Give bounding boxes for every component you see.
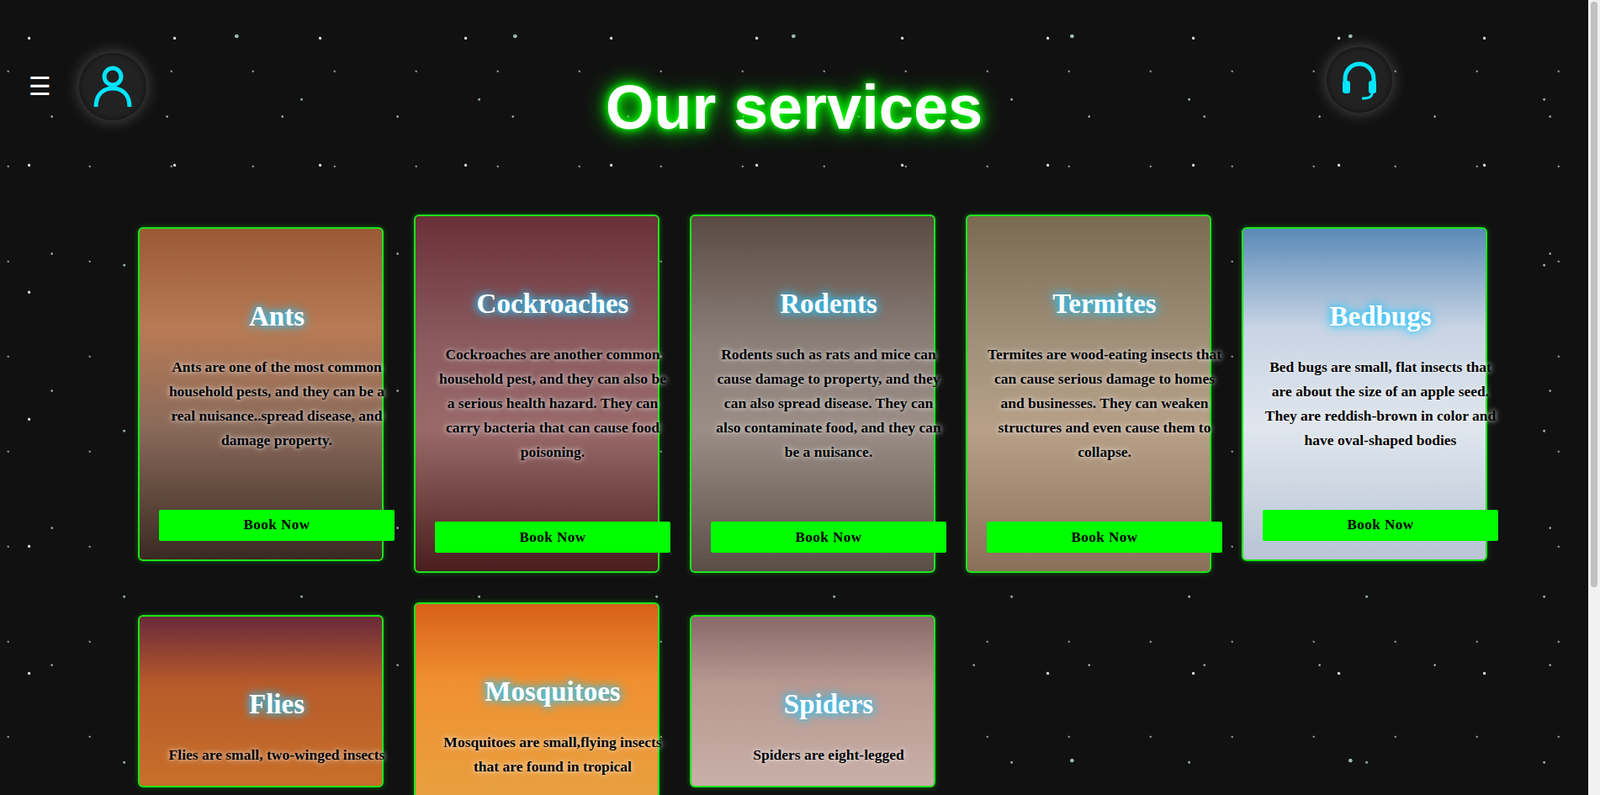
service-description: Bed bugs are small, flat insects that ar… xyxy=(1262,354,1499,453)
card-content: Bedbugs Bed bugs are small, flat insects … xyxy=(1262,299,1499,541)
service-title: Mosquitoes xyxy=(484,674,620,709)
service-card: Flies Flies are small, two-winged insects xyxy=(137,614,384,788)
service-card: AntsAnts are one of the most common hous… xyxy=(137,227,384,562)
headset-icon[interactable] xyxy=(1326,47,1393,113)
service-title: Flies xyxy=(249,687,305,721)
service-description: Ants are one of the most common househol… xyxy=(158,354,395,453)
book-now-button[interactable]: Book Now xyxy=(710,521,947,553)
scrollbar-thumb[interactable] xyxy=(1590,1,1598,588)
card-content: Rodents Rodents such as rats and mice can… xyxy=(710,286,947,553)
service-card: MosquitoesMosquitoes are small,flying in… xyxy=(413,602,660,795)
service-title: Ants xyxy=(249,299,305,334)
card-content: Ants Ants are one of the most common hous… xyxy=(158,299,395,541)
service-title: Termites xyxy=(1052,286,1156,321)
card-content: Spiders Spiders are eight-legged xyxy=(710,687,947,768)
page-header: ☰ Our services xyxy=(0,0,1589,215)
service-card: BedbugsBed bugs are small, flat insects … xyxy=(1241,227,1488,562)
service-description: Mosquitoes are small,flying insects that… xyxy=(434,730,671,779)
book-now-button[interactable]: Book Now xyxy=(1262,509,1499,541)
book-now-button[interactable]: Book Now xyxy=(158,509,395,541)
service-title: Spiders xyxy=(784,687,874,721)
service-title: Rodents xyxy=(779,286,878,321)
book-now-button[interactable]: Book Now xyxy=(434,521,671,553)
card-content: Flies Flies are small, two-winged insects xyxy=(158,687,395,768)
service-card: TermitesTermites are wood-eating insects… xyxy=(965,214,1212,573)
page-title: Our services xyxy=(605,74,983,142)
service-card: RodentsRodents such as rats and mice can… xyxy=(689,214,936,573)
service-description: Cockroaches are another common household… xyxy=(434,342,671,465)
service-title: Bedbugs xyxy=(1329,299,1431,334)
header-right xyxy=(1326,0,1589,113)
card-content: Mosquitoes Mosquitoes are small,flying in… xyxy=(434,674,671,779)
service-title: Cockroaches xyxy=(476,286,630,321)
service-card: CockroachesCockroaches are another commo… xyxy=(413,214,660,573)
service-description: Rodents such as rats and mice can cause … xyxy=(710,342,947,465)
book-now-button[interactable]: Book Now xyxy=(986,521,1223,553)
card-content: Cockroaches Cockroaches are another commo… xyxy=(434,286,671,553)
service-card: Spiders Spiders are eight-legged xyxy=(689,614,936,788)
header-left: ☰ xyxy=(0,0,606,121)
service-description: Termites are wood-eating insects that ca… xyxy=(986,342,1223,465)
service-grid: Ants Ants are one of the most common hous… xyxy=(0,214,1518,795)
menu-icon[interactable]: ☰ xyxy=(28,52,52,121)
user-icon[interactable] xyxy=(79,52,147,121)
card-content: Termites Termites are wood-eating insects… xyxy=(986,286,1223,553)
scrollbar[interactable] xyxy=(1588,0,1600,795)
service-description: Flies are small, two-winged insects xyxy=(169,742,386,768)
service-description: Spiders are eight-legged xyxy=(752,742,905,768)
